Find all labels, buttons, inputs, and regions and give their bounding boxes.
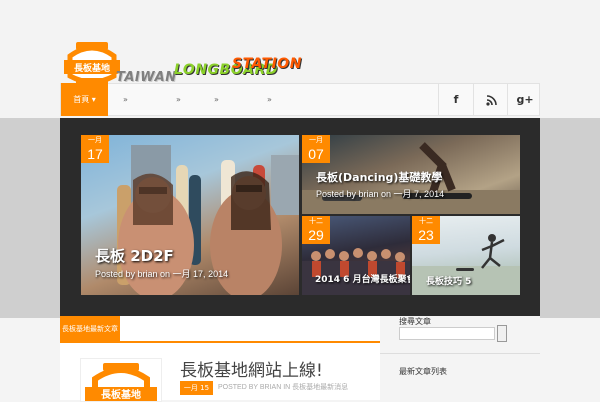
slide-day: 17	[87, 146, 103, 162]
slide-month: 一月	[309, 137, 323, 144]
search-widget-title: 搜尋文章	[399, 317, 431, 326]
featured-slide-group[interactable]: 十二 29 2014 6 月台灣長板聚會	[302, 216, 410, 295]
slide-meta: Posted by brian on 一月 17, 2014	[95, 269, 229, 279]
post-meta: POSTED BY BRIAN IN 長板基地最新消息	[218, 384, 349, 391]
slide-day: 29	[308, 227, 324, 243]
post-title[interactable]: 長板基地網站上線!	[180, 356, 323, 381]
featured-slide-dance[interactable]: 一月 07 長板(Dancing)基礎教學 Posted by brian on…	[302, 135, 520, 214]
post-date-badge: 一月 15	[180, 381, 213, 395]
search-input[interactable]	[399, 327, 495, 340]
slide-title[interactable]: 長板 2D2F	[95, 245, 174, 266]
main-nav: 首頁 ▾ » » » » f g+	[60, 83, 540, 116]
slide-date-badge: 十二 23	[412, 216, 440, 244]
slide-title[interactable]: 2014 6 月台灣長板聚會	[315, 272, 410, 285]
nav-item-1[interactable]: »	[123, 84, 128, 115]
nav-item-4[interactable]: »	[267, 84, 272, 115]
slide-month: 十二	[309, 218, 323, 225]
google-plus-icon[interactable]: g+	[507, 84, 542, 115]
category-tab[interactable]: 長板基地最新文章	[60, 316, 120, 342]
logo-emblem-icon: 長板基地	[85, 363, 157, 401]
slide-date-badge: 一月 17	[81, 135, 109, 163]
rss-icon[interactable]	[473, 84, 508, 115]
slide-day: 07	[308, 146, 324, 162]
nav-item-2[interactable]: »	[176, 84, 181, 115]
slide-title[interactable]: 長板技巧 5	[426, 274, 471, 287]
slide-meta: Posted by brian on 一月 7, 2014	[316, 189, 445, 199]
sidebar-divider	[380, 353, 540, 354]
logo-word-station: STATION	[232, 56, 302, 72]
slide-month: 十二	[419, 218, 433, 225]
slide-date-badge: 一月 07	[302, 135, 330, 163]
featured-slide-jump[interactable]: 十二 23 長板技巧 5	[412, 216, 520, 295]
featured-slide-main[interactable]: 一月 17 長板 2D2F Posted by brian on 一月 17, …	[81, 135, 299, 295]
post-thumbnail[interactable]: 長板基地	[80, 358, 162, 402]
slide-month: 一月	[88, 137, 102, 144]
nav-item-3[interactable]: »	[214, 84, 219, 115]
recent-posts-title: 最新文章列表	[399, 367, 447, 376]
nav-home-menu[interactable]: 首頁 ▾	[61, 83, 108, 116]
search-button[interactable]	[497, 325, 507, 342]
category-divider	[60, 341, 380, 343]
facebook-icon[interactable]: f	[438, 84, 473, 115]
logo-text: 長板基地	[73, 64, 110, 74]
slide-title[interactable]: 長板(Dancing)基礎教學	[316, 169, 442, 185]
slide-date-badge: 十二 29	[302, 216, 330, 244]
slide-day: 23	[418, 227, 434, 243]
post-thumb-logo-text: 長板基地	[101, 388, 141, 401]
